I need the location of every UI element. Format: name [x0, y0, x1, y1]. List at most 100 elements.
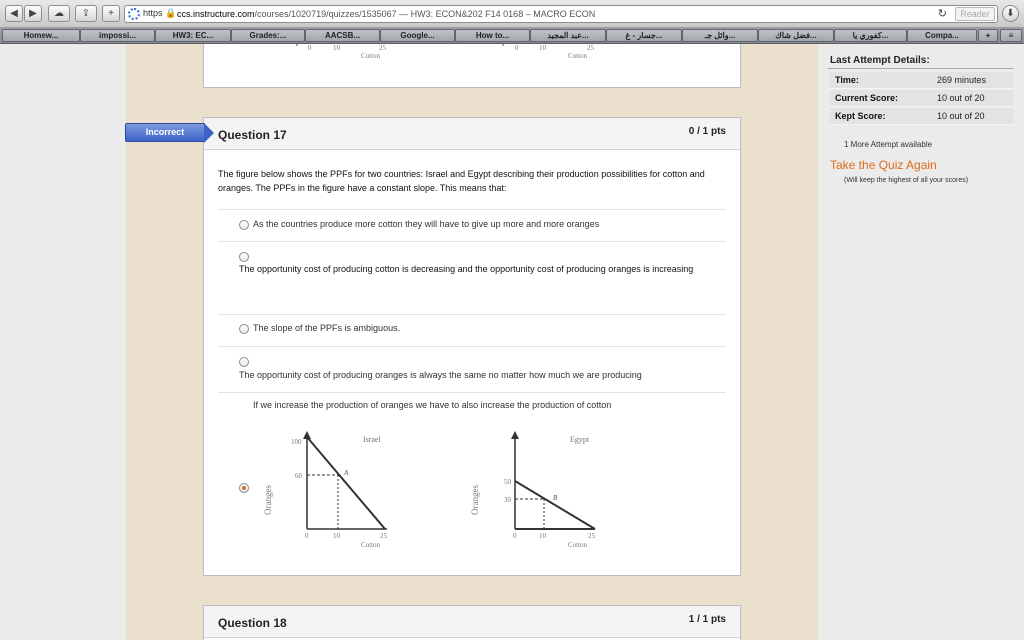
y-tick: 50 — [504, 478, 512, 486]
take-quiz-again-link[interactable]: Take the Quiz Again — [830, 158, 937, 172]
question-title: Question 17 — [218, 128, 287, 142]
downloads-icon[interactable]: ⬇ — [1002, 5, 1019, 22]
divider — [218, 392, 726, 393]
bookmark-item[interactable]: impossi... — [80, 29, 155, 42]
answer-text-1: As the countries produce more cotton the… — [253, 219, 600, 229]
reader-button[interactable]: Reader — [955, 7, 995, 21]
bookmark-item[interactable]: جسار - غ... — [606, 29, 682, 42]
graph-title-egypt: Egypt — [570, 435, 590, 444]
answer-radio-1[interactable] — [239, 220, 249, 230]
question-points: 1 / 1 pts — [688, 614, 726, 625]
row-value: 10 out of 20 — [937, 111, 985, 121]
ppf-line-israel — [306, 436, 386, 530]
share-icon[interactable]: ⇪ — [75, 5, 97, 22]
tick-label: 25 — [379, 44, 387, 52]
row-value: 269 minutes — [937, 75, 987, 85]
incorrect-badge: Incorrect — [125, 123, 214, 143]
bookmark-item[interactable]: وائل جـ... — [682, 29, 758, 42]
back-button[interactable]: ◀ — [5, 5, 23, 22]
x-tick: 0 — [513, 532, 517, 540]
y-axis-label: Oranges — [470, 485, 480, 515]
divider — [218, 314, 726, 315]
previous-graph-fragment: 0 10 25 Cotton 0 10 25 Cotton — [296, 44, 595, 60]
reload-icon[interactable]: ↻ — [938, 7, 947, 20]
question-18-box: Question 18 1 / 1 pts — [203, 605, 741, 640]
add-bookmark-button[interactable]: + — [102, 5, 120, 22]
bookmark-item[interactable]: How to... — [455, 29, 530, 42]
forward-button[interactable]: ▶ — [24, 5, 42, 22]
bookmark-item[interactable]: كفوري يا... — [834, 29, 907, 42]
tick-label: 10 — [539, 44, 547, 52]
ppf-line-egypt — [514, 480, 596, 530]
bookmark-item[interactable]: HW3: EC... — [155, 29, 231, 42]
x-axis-label: Cotton — [361, 541, 381, 549]
divider — [218, 346, 726, 347]
question-17-header: Question 17 0 / 1 pts — [204, 118, 740, 150]
bookmark-item[interactable]: Google... — [380, 29, 455, 42]
bookmark-item[interactable]: Grades:... — [231, 29, 305, 42]
bookmark-item[interactable]: Homew... — [2, 29, 80, 42]
question-title: Question 18 — [218, 616, 287, 630]
reading-list-icon[interactable]: ≡ — [1000, 29, 1022, 42]
row-value: 10 out of 20 — [937, 93, 985, 103]
y-axis-label: Oranges — [263, 485, 273, 515]
tick-label: 10 — [333, 44, 341, 52]
divider — [218, 209, 726, 210]
attempt-row-current-score: Current Score: 10 out of 20 — [830, 90, 1014, 107]
x-tick: 10 — [539, 532, 547, 540]
left-margin — [0, 44, 126, 640]
answer-radio-3[interactable] — [239, 324, 249, 334]
url-text: ccs.instructure.com/courses/1020719/quiz… — [177, 9, 596, 19]
row-label: Kept Score: — [835, 111, 886, 121]
x-tick: 0 — [305, 532, 309, 540]
egypt-ppf-graph: Egypt B 50 30 0 10 25 Cotton Oranges — [470, 431, 596, 549]
x-axis-label: Cotton — [568, 541, 588, 549]
bookmark-item[interactable]: AACSB... — [305, 29, 380, 42]
graph-title-israel: Israel — [363, 435, 382, 444]
x-tick: 10 — [333, 532, 341, 540]
answer-radio-4[interactable] — [239, 357, 249, 367]
answer-text-4: The opportunity cost of producing orange… — [239, 370, 642, 380]
address-bar[interactable]: https 🔒 ccs.instructure.com/courses/1020… — [124, 5, 998, 23]
question-text: The figure below shows the PPFs for two … — [218, 169, 705, 193]
axis-label: Cotton — [361, 52, 381, 60]
attempt-row-time: Time: 269 minutes — [830, 72, 1014, 89]
axis-label: Cotton — [568, 52, 588, 60]
israel-ppf-graph: Israel A 100 60 0 10 25 Cotton Oranges — [263, 431, 388, 549]
bookmark-add-button[interactable]: + — [978, 29, 998, 42]
bookmark-item[interactable]: عبد المجيد... — [530, 29, 606, 42]
tick-label: 25 — [587, 44, 595, 52]
question-points: 0 / 1 pts — [688, 126, 726, 137]
bookmark-item[interactable]: فضل شاك... — [758, 29, 834, 42]
x-tick: 25 — [380, 532, 388, 540]
y-tick: 60 — [295, 472, 303, 480]
answer-text-5: If we increase the production of oranges… — [253, 400, 612, 410]
y-tick: 30 — [504, 496, 512, 504]
browser-toolbar: ◀ ▶ ☁ ⇪ + https 🔒 ccs.instructure.com/co… — [0, 0, 1024, 28]
answer-radio-2[interactable] — [239, 252, 249, 262]
point-b-label: B — [553, 494, 558, 502]
y-axis-arrow — [511, 431, 519, 439]
question-18-header: Question 18 1 / 1 pts — [204, 606, 740, 638]
row-label: Time: — [835, 75, 859, 85]
attempt-row-kept-score: Kept Score: 10 out of 20 — [830, 108, 1014, 125]
url-scheme: https 🔒 — [143, 8, 177, 18]
answer-radio-5-selected[interactable] — [239, 483, 249, 493]
answer-text-2: The opportunity cost of producing cotton… — [239, 264, 694, 274]
tick-label: 0 — [515, 44, 519, 52]
bookmarks-bar: Homew... impossi... HW3: EC... Grades:..… — [0, 28, 1024, 44]
y-tick: 100 — [291, 438, 302, 446]
loading-icon — [128, 8, 140, 20]
answer-text-3: The slope of the PPFs is ambiguous. — [253, 323, 401, 333]
row-label: Current Score: — [835, 93, 899, 103]
x-tick: 25 — [588, 532, 596, 540]
divider — [828, 68, 1014, 69]
bookmark-item[interactable]: Compa... — [907, 29, 977, 42]
retake-note: (Will keep the highest of all your score… — [844, 177, 969, 184]
tick-label: 0 — [308, 44, 312, 52]
attempts-available: 1 More Attempt available — [844, 140, 933, 149]
icloud-tabs-icon[interactable]: ☁ — [48, 5, 70, 22]
last-attempt-title: Last Attempt Details: — [830, 55, 930, 66]
right-sidebar — [818, 44, 1024, 640]
point-a-label: A — [343, 469, 349, 477]
